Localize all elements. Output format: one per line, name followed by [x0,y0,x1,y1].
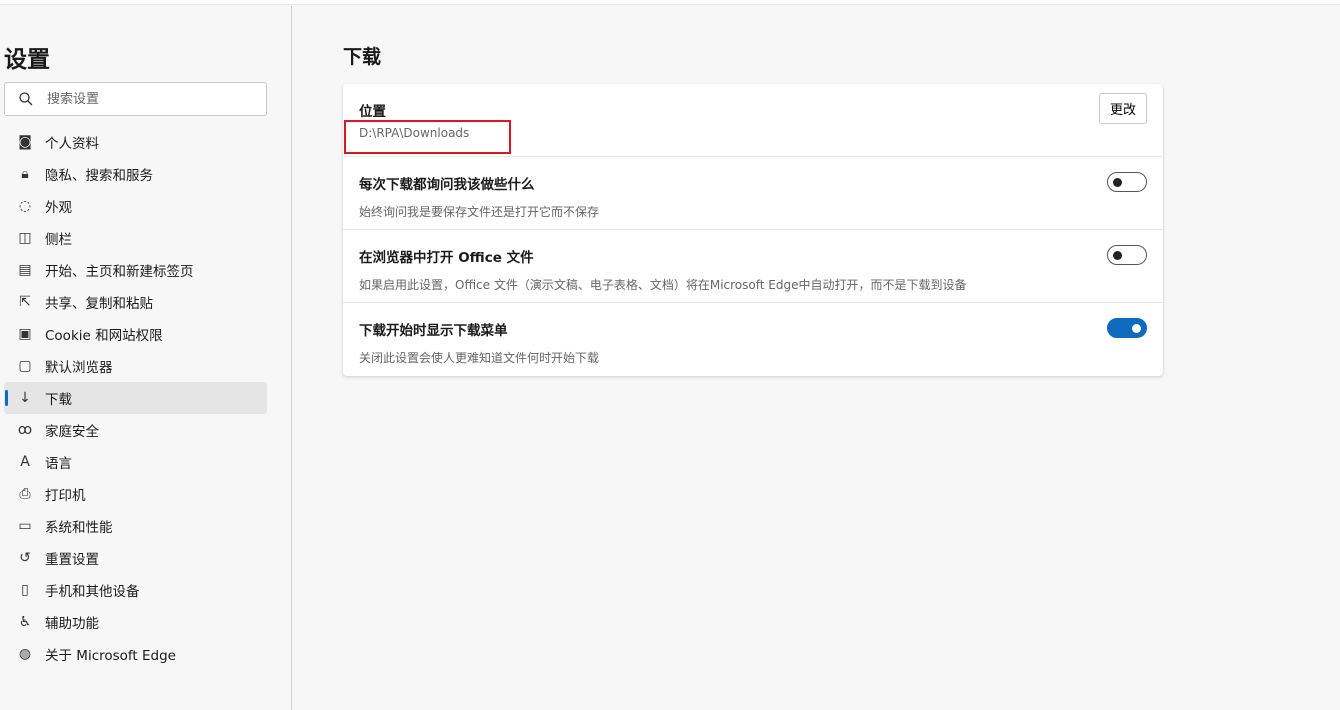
reset-icon: ↺ [19,550,31,566]
sidebar-item-label: 隐私、搜索和服务 [45,168,153,184]
page-title: 下载 [343,46,382,68]
sidebar-item-lock[interactable]: 🔒︎ 隐私、搜索和服务 [4,158,267,190]
sidebar-item-reset[interactable]: ↺ 重置设置 [4,542,267,574]
sidebar-item-printer[interactable]: ⎙ 打印机 [4,478,267,510]
sidebar-item-label: 个人资料 [45,136,99,152]
search-icon [19,92,33,106]
setting-row: 每次下载都询问我该做些什么始终询问我是要保存文件还是打开它而不保存 [343,157,1163,230]
setting-toggle[interactable] [1107,172,1147,192]
download-icon: ↓ [19,390,31,406]
sidebar-item-label: 侧栏 [45,232,72,248]
sidebar-item-label: 关于 Microsoft Edge [45,648,176,664]
setting-row: 下载开始时显示下载菜单关闭此设置会使人更难知道文件何时开始下载 [343,303,1163,376]
sidebar-item-label: 系统和性能 [45,520,113,536]
sidebar-item-label: 开始、主页和新建标签页 [45,264,194,280]
family-icon: ꝏ [17,422,33,438]
cookie-icon: ▣ [18,326,32,342]
browser-icon: ▢ [18,358,32,374]
location-row: 位置 D:\RPA\Downloads 更改 [343,84,1163,157]
sidebar-item-cookie[interactable]: ▣ Cookie 和网站权限 [4,318,267,350]
laptop-icon: ▭ [18,518,32,534]
sidebar-item-label: 默认浏览器 [45,360,113,376]
download-settings-card: 位置 D:\RPA\Downloads 更改 每次下载都询问我该做些什么始终询问… [343,84,1163,376]
sidebar-item-laptop[interactable]: ▭ 系统和性能 [4,510,267,542]
phone-icon: ▯ [21,582,29,598]
sidebar-item-label: Cookie 和网站权限 [45,328,163,344]
setting-title: 在浏览器中打开 Office 文件 [359,250,534,266]
printer-icon: ⎙ [19,486,31,502]
sidebar-item-download[interactable]: ↓ 下载 [4,382,267,414]
share-icon: ⇱ [19,294,31,310]
settings-nav: ◙ 个人资料 🔒︎ 隐私、搜索和服务 ◌ 外观 ◫ 侧栏 ▤ 开始、主页和新建标签页 ⇱ 共享、复制和… [4,126,267,670]
accessibility-icon: ♿︎ [18,614,32,630]
palette-icon: ◌ [18,198,32,214]
profile-icon: ◙ [18,134,32,150]
sidebar-item-profile[interactable]: ◙ 个人资料 [4,126,267,158]
sidebar-item-label: 打印机 [45,488,86,504]
sidebar-item-family[interactable]: ꝏ 家庭安全 [4,414,267,446]
search-input[interactable] [47,91,237,107]
sidebar-item-label: 共享、复制和粘贴 [45,296,153,312]
setting-description: 如果启用此设置，Office 文件（演示文稿、电子表格、文档）将在Microso… [359,278,967,292]
lock-icon: 🔒︎ [21,166,29,182]
setting-toggle[interactable] [1107,245,1147,265]
sidebar-item-browser[interactable]: ▢ 默认浏览器 [4,350,267,382]
sidebar-item-phone[interactable]: ▯ 手机和其他设备 [4,574,267,606]
settings-sidebar: 设置 ◙ 个人资料 🔒︎ 隐私、搜索和服务 ◌ 外观 ◫ 侧栏 ▤ 开始、主页和新建标签页 ⇱ 共享、… [0,6,292,710]
sidebar-item-edge[interactable]: ◍ 关于 Microsoft Edge [4,638,267,670]
home-icon: ▤ [18,262,32,278]
sidebar-item-label: 家庭安全 [45,424,99,440]
setting-title: 下载开始时显示下载菜单 [359,323,508,339]
location-label: 位置 [359,104,386,120]
sidebar-item-label: 外观 [45,200,72,216]
sidebar-item-label: 下载 [45,392,72,408]
setting-description: 始终询问我是要保存文件还是打开它而不保存 [359,205,600,219]
sidebar-item-share[interactable]: ⇱ 共享、复制和粘贴 [4,286,267,318]
sidebar-item-label: 手机和其他设备 [45,584,140,600]
language-icon: A [20,454,30,470]
download-path: D:\RPA\Downloads [359,126,470,140]
setting-description: 关闭此设置会使人更难知道文件何时开始下载 [359,351,600,365]
browser-top-edge [0,0,1340,5]
sidebar-item-home[interactable]: ▤ 开始、主页和新建标签页 [4,254,267,286]
sidebar-item-label: 重置设置 [45,552,99,568]
sidebar-item-accessibility[interactable]: ♿︎ 辅助功能 [4,606,267,638]
sidebar-item-language[interactable]: A 语言 [4,446,267,478]
setting-row: 在浏览器中打开 Office 文件如果启用此设置，Office 文件（演示文稿、… [343,230,1163,303]
sidebar-item-palette[interactable]: ◌ 外观 [4,190,267,222]
edge-icon: ◍ [18,646,32,662]
sidebar-icon: ◫ [18,230,32,246]
setting-toggle[interactable] [1107,318,1147,338]
sidebar-item-label: 辅助功能 [45,616,99,632]
setting-title: 每次下载都询问我该做些什么 [359,177,535,193]
sidebar-title: 设置 [4,47,50,73]
sidebar-item-label: 语言 [45,456,72,472]
sidebar-item-sidebar[interactable]: ◫ 侧栏 [4,222,267,254]
change-location-button[interactable]: 更改 [1099,93,1147,124]
search-box[interactable] [4,82,267,116]
